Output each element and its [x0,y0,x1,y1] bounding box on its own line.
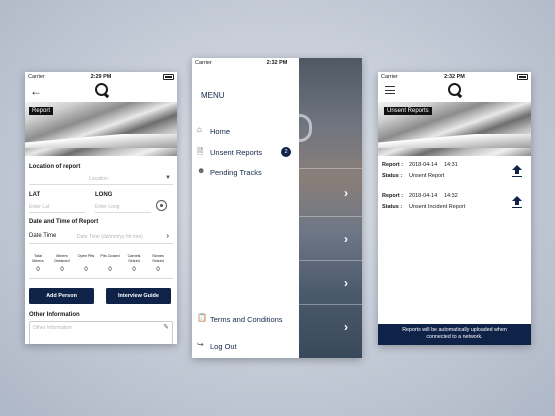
other-info-placeholder: Other Information [33,325,72,331]
report-screen: Carrier 2:29 PM ← Report Location of rep… [25,72,177,344]
counter-label: Stones Seized [152,254,164,263]
menu-item-terms[interactable]: Terms and Conditions [210,315,283,324]
report-time: 14:32 [444,193,458,199]
status-bar: Carrier 2:29 PM [25,72,177,82]
side-drawer: Carrier 2:32 PM MENU ⌂ Home 🗎 Unsent Rep… [192,58,299,358]
long-label: LONG [95,192,113,198]
upload-icon[interactable] [512,165,522,177]
location-label: Location of report [29,164,81,170]
chevron-right-icon[interactable]: › [344,232,348,246]
offline-notice-footer: Reports will be automatically uploaded w… [378,324,531,345]
counter-value[interactable]: 0 [100,267,120,273]
long-input[interactable]: Enter Long [95,204,119,210]
location-input[interactable]: Location [89,176,108,182]
report-time: 14:31 [444,162,458,168]
status-bar: Carrier 2:32 PM [378,72,531,82]
menu-title: MENU [201,91,225,100]
chevron-right-icon[interactable]: › [344,186,348,200]
app-logo [448,83,461,96]
counter-label: Camels Seized [127,254,141,263]
counter-label: Total Miners [32,254,44,263]
chevron-right-icon[interactable]: › [166,231,169,240]
menu-screen: › › › › Carrier 2:32 PM MENU ⌂ Home 🗎 Un… [192,58,362,358]
counter-label: Pits Closed [100,254,120,258]
dropdown-icon[interactable]: ▼ [165,175,171,181]
unsent-count-badge: 2 [281,147,291,157]
report-status: Unsent Incident Report [409,204,466,210]
background-content: › › › › [293,58,362,358]
upload-icon[interactable] [512,196,522,208]
other-info-label: Other Information [29,312,80,318]
add-person-button[interactable]: Add Person [29,288,94,304]
report-label: Report : [382,193,404,199]
clock: 2:29 PM [90,74,112,80]
interview-guide-button[interactable]: Interview Guide [106,288,171,304]
report-date: 2018-04-14 [409,193,438,199]
user-icon: ☻ [197,166,206,175]
chevron-right-icon[interactable]: › [344,320,348,334]
status-label: Status : [382,173,403,179]
battery-icon [517,74,528,80]
screen-tag: Report [29,107,54,115]
counter-value[interactable]: 0 [52,267,72,273]
hamburger-menu-icon[interactable] [385,86,395,94]
gps-locate-icon[interactable] [156,200,167,211]
back-arrow-icon[interactable]: ← [30,84,42,98]
report-label: Report : [382,162,404,168]
unsent-reports-screen: Carrier 2:32 PM Unsent Reports Report : … [378,72,531,345]
logout-icon: ↪ [197,340,204,349]
counter-value[interactable]: 0 [76,267,96,273]
footer-text: Reports will be automatically uploaded w… [402,327,507,340]
lat-input[interactable]: Enter Lat [29,204,49,210]
report-date: 2018-04-14 [409,162,438,168]
document-icon: 🗎 [197,147,204,156]
other-info-textarea[interactable]: Other Information ✎ [29,321,173,344]
date-input[interactable]: Date Time (dd/mm/yy hh:mm) [77,234,143,240]
counter-value[interactable]: 0 [124,267,144,273]
counter-label: Miners Detained [54,254,70,263]
status-bar: Carrier 2:32 PM [192,58,362,68]
lat-label: LAT [29,192,41,198]
report-status: Unsent Report [409,173,445,179]
date-label: Date Time [29,233,57,239]
menu-item-home[interactable]: Home [210,127,230,136]
home-icon: ⌂ [197,125,202,134]
clock: 2:32 PM [266,60,288,66]
app-logo [95,83,108,96]
counter-value[interactable]: 0 [28,267,48,273]
datetime-heading: Date and Time of Report [29,219,99,225]
clipboard-icon: 📋 [197,313,207,322]
chevron-right-icon[interactable]: › [344,276,348,290]
screen-tag: Unsent Reports [384,107,432,115]
menu-item-pending-tracks[interactable]: Pending Tracks [210,168,262,177]
counter-value[interactable]: 0 [148,267,168,273]
menu-item-unsent-reports[interactable]: Unsent Reports [210,148,262,157]
clock: 2:32 PM [444,74,465,80]
edit-pencil-icon[interactable]: ✎ [163,323,169,331]
counter-label: Open Pits [77,254,95,258]
status-label: Status : [382,204,403,210]
menu-item-logout[interactable]: Log Out [210,342,237,351]
battery-icon [163,74,174,80]
